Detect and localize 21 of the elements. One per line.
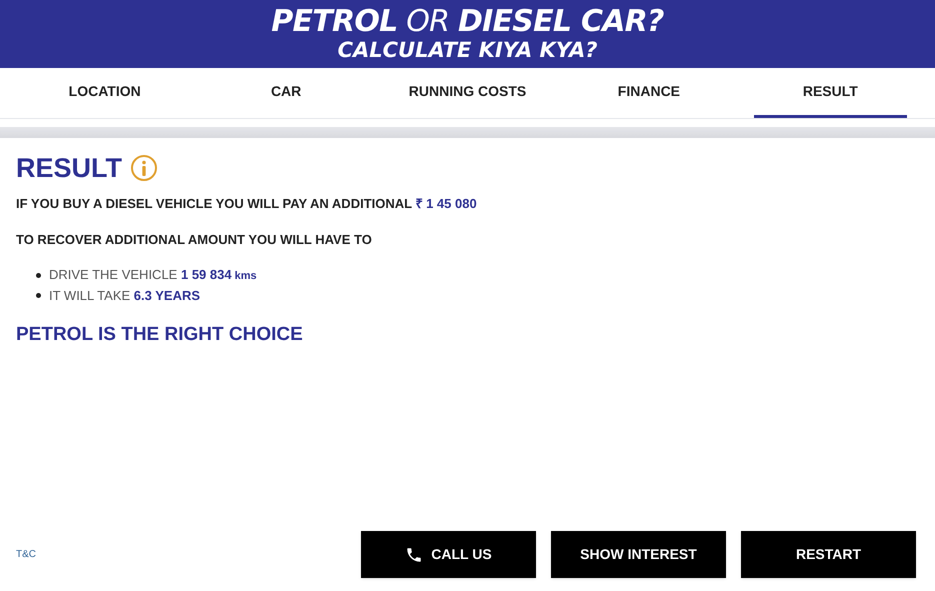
result-heading: RESULT xyxy=(16,154,122,182)
result-point: IT WILL TAKE 6.3 YEARS xyxy=(49,287,200,305)
step-tab[interactable]: CAR xyxy=(209,68,363,118)
recover-text: TO RECOVER ADDITIONAL AMOUNT YOU WILL HAVE TO xyxy=(16,230,373,248)
banner-subtitle: CALCULATE KIYA KYA? xyxy=(338,38,598,62)
step-tab[interactable]: LOCATION xyxy=(28,68,182,118)
banner-title: PETROL OR DIESEL CAR? xyxy=(271,6,664,38)
action-button[interactable]: RESTART xyxy=(741,531,916,578)
action-button[interactable]: CALL US xyxy=(361,531,536,578)
step-tab[interactable]: RESULT xyxy=(754,68,908,118)
terms-link[interactable]: T&C xyxy=(16,547,36,562)
verdict-heading: PETROL IS THE RIGHT CHOICE xyxy=(16,323,304,347)
step-tab[interactable]: RUNNING COSTS xyxy=(390,68,544,118)
result-point: DRIVE THE VEHICLE 1 59 834 kms xyxy=(49,266,257,284)
action-button[interactable]: SHOW INTEREST xyxy=(551,531,726,578)
summary-text: IF YOU BUY A DIESEL VEHICLE YOU WILL PAY AN ADDITIONAL ₹ 1 45 080 xyxy=(16,195,478,213)
phone-icon xyxy=(405,546,424,564)
bullet-icon xyxy=(36,293,41,298)
bullet-icon xyxy=(36,273,41,278)
info-icon[interactable] xyxy=(130,154,158,182)
step-tab[interactable]: FINANCE xyxy=(572,68,726,118)
